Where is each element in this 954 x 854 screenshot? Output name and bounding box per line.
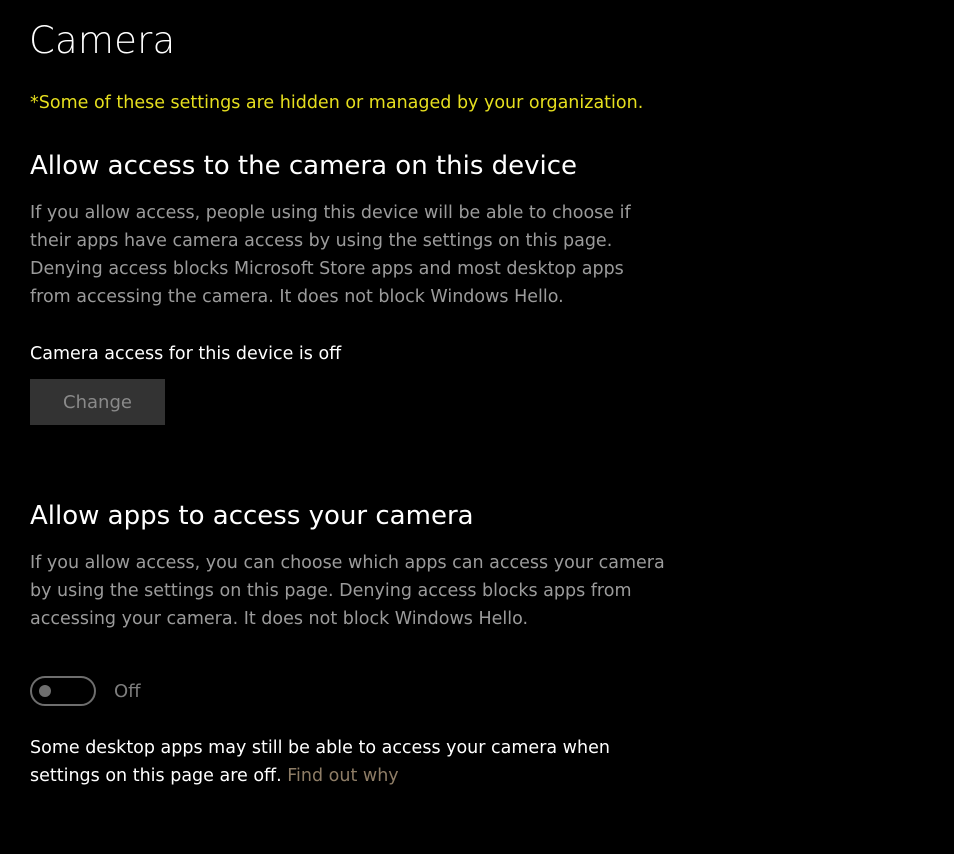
app-access-heading: Allow apps to access your camera	[30, 501, 474, 531]
app-access-toggle-row: Off	[30, 676, 141, 706]
page-title: Camera	[29, 19, 176, 62]
description-line: Denying access blocks Microsoft Store ap…	[30, 259, 624, 279]
description-line: from accessing the camera. It does not b…	[30, 287, 564, 307]
description-line: their apps have camera access by using t…	[30, 231, 613, 251]
footnote-line-2: settings on this page are off. Find out …	[30, 762, 730, 790]
change-button[interactable]: Change	[30, 379, 165, 425]
desktop-apps-footnote: Some desktop apps may still be able to a…	[30, 734, 730, 790]
device-camera-status: Camera access for this device is off	[30, 344, 342, 364]
app-access-toggle[interactable]	[30, 676, 96, 706]
footnote-line: Some desktop apps may still be able to a…	[30, 738, 610, 758]
organization-notice: *Some of these settings are hidden or ma…	[30, 93, 644, 113]
app-access-description: If you allow access, you can choose whic…	[30, 549, 710, 633]
find-out-why-link[interactable]: Find out why	[287, 766, 398, 786]
description-line: accessing your camera. It does not block…	[30, 609, 529, 629]
description-line: by using the settings on this page. Deny…	[30, 581, 632, 601]
description-line: If you allow access, you can choose whic…	[30, 553, 665, 573]
device-access-description: If you allow access, people using this d…	[30, 199, 710, 311]
footnote-text: settings on this page are off.	[30, 766, 282, 786]
device-access-heading: Allow access to the camera on this devic…	[30, 151, 578, 181]
toggle-knob	[39, 685, 51, 697]
toggle-state-label: Off	[114, 680, 141, 702]
description-line: If you allow access, people using this d…	[30, 203, 631, 223]
